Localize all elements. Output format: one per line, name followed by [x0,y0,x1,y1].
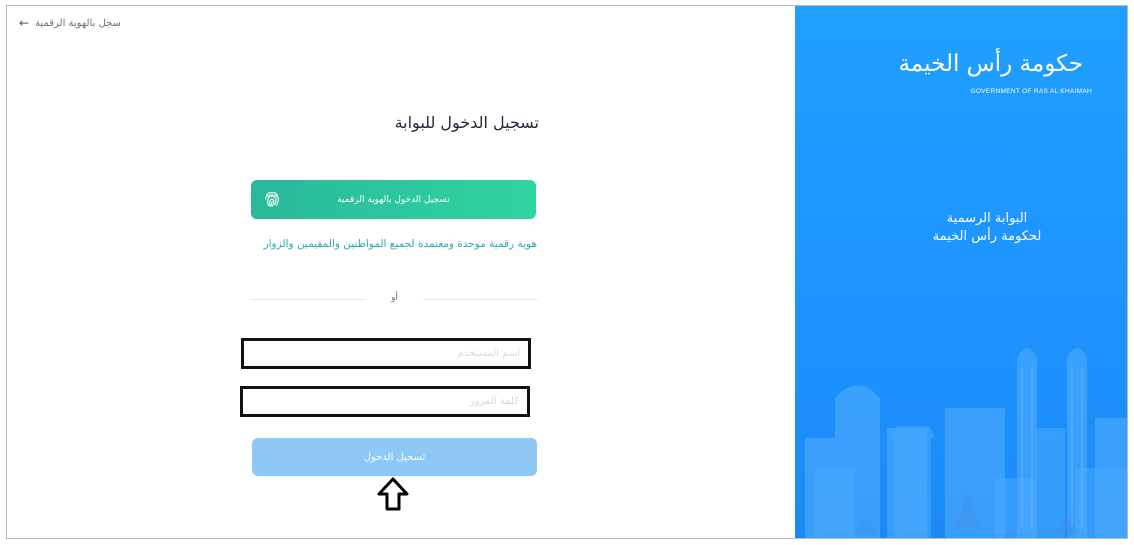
government-logo-english: GOVERNMENT OF RAS AL KHAIMAH [970,88,1092,95]
portal-tagline: البوابة الرسمية لحكومة رأس الخيمة [917,210,1057,246]
portal-tagline-line1: البوابة الرسمية [946,211,1028,226]
brand-panel: حكومة رأس الخيمة GOVERNMENT OF RAS AL KH… [795,6,1127,538]
login-submit-label: تسجيل الدخول [363,451,426,463]
up-arrow-cursor-icon [377,477,409,511]
page-title: تسجيل الدخول للبوابة [394,113,539,132]
login-page: سجل بالهوية الرقمية ← تسجيل الدخول للبوا… [6,5,1128,539]
login-panel: سجل بالهوية الرقمية ← تسجيل الدخول للبوا… [7,6,793,538]
password-input[interactable] [240,386,530,417]
portal-tagline-line2: لحكومة رأس الخيمة [932,229,1042,244]
or-divider: أو [251,293,538,305]
username-input[interactable] [241,338,531,369]
digital-id-login-label: تسجيل الدخول بالهوية الرقمية [337,194,450,205]
login-submit-button[interactable]: تسجيل الدخول [252,438,537,476]
fingerprint-icon [265,192,279,207]
or-label: أو [391,293,398,303]
back-arrow-icon: ← [19,16,30,30]
divider-line-right [423,299,538,300]
digital-id-link-label: سجل بالهوية الرقمية [35,17,121,29]
government-logo-arabic: حكومة رأس الخيمة [898,51,1083,77]
city-skyline-illustration [805,348,1127,538]
digital-id-link[interactable]: سجل بالهوية الرقمية ← [19,16,121,30]
digital-id-description: هوية رقمية موحدة ومعتمدة لجميع المواطنين… [263,238,537,250]
digital-id-login-button[interactable]: تسجيل الدخول بالهوية الرقمية [251,180,536,219]
